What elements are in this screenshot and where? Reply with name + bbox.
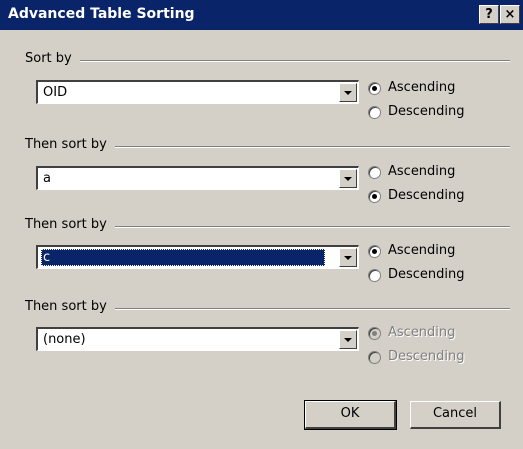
cancel-button[interactable]: Cancel (410, 401, 501, 429)
then-sort-by-1-descending-radio[interactable] (368, 190, 381, 203)
then-sort-by-2-value: c (41, 249, 325, 266)
then-sort-by-3-ascending-radio (368, 327, 381, 340)
then-sort-by-1-ascending-label: Ascending (388, 164, 456, 179)
window-title: Advanced Table Sorting (8, 6, 195, 22)
then-sort-by-3-ascending-label: Ascending (388, 325, 456, 340)
sort-by-descending-label: Descending (388, 104, 465, 119)
then-sort-by-2-ascending-radio[interactable] (368, 245, 381, 258)
sort-by-value: OID (43, 85, 68, 100)
then-sort-by-2-combo[interactable]: c (36, 245, 359, 269)
then-sort-by-3-descending-label: Descending (388, 349, 465, 364)
sort-by-combo[interactable]: OID (36, 80, 359, 104)
then-sort-by-1-combo[interactable]: a (36, 166, 359, 190)
group-label-then-sort-by-3: Then sort by (25, 299, 115, 314)
close-button[interactable]: × (500, 5, 520, 24)
ok-button[interactable]: OK (304, 400, 397, 430)
then-sort-by-1-ascending-radio[interactable] (368, 166, 381, 179)
group-label-then-sort-by-1: Then sort by (25, 137, 115, 152)
then-sort-by-1-descending-label: Descending (388, 188, 465, 203)
close-icon: × (504, 7, 516, 22)
group-label-then-sort-by-2: Then sort by (25, 217, 115, 232)
then-sort-by-1-value: a (43, 171, 51, 186)
then-sort-by-3-descending-radio (368, 351, 381, 364)
help-button[interactable]: ? (479, 5, 499, 24)
then-sort-by-3-combo[interactable]: (none) (36, 327, 359, 351)
chevron-down-icon[interactable] (339, 330, 357, 349)
then-sort-by-2-descending-radio[interactable] (368, 269, 381, 282)
group-divider (25, 60, 510, 62)
chevron-down-icon[interactable] (339, 83, 357, 102)
help-icon: ? (485, 7, 493, 22)
chevron-down-icon[interactable] (339, 248, 357, 267)
then-sort-by-3-value: (none) (43, 332, 86, 347)
sort-by-ascending-radio[interactable] (368, 82, 381, 95)
chevron-down-icon[interactable] (339, 169, 357, 188)
then-sort-by-2-descending-label: Descending (388, 267, 465, 282)
sort-by-descending-radio[interactable] (368, 106, 381, 119)
sort-by-ascending-label: Ascending (388, 80, 456, 95)
group-label-sort-by: Sort by (25, 51, 80, 66)
title-bar: Advanced Table Sorting ? × (0, 0, 523, 30)
then-sort-by-2-ascending-label: Ascending (388, 243, 456, 258)
